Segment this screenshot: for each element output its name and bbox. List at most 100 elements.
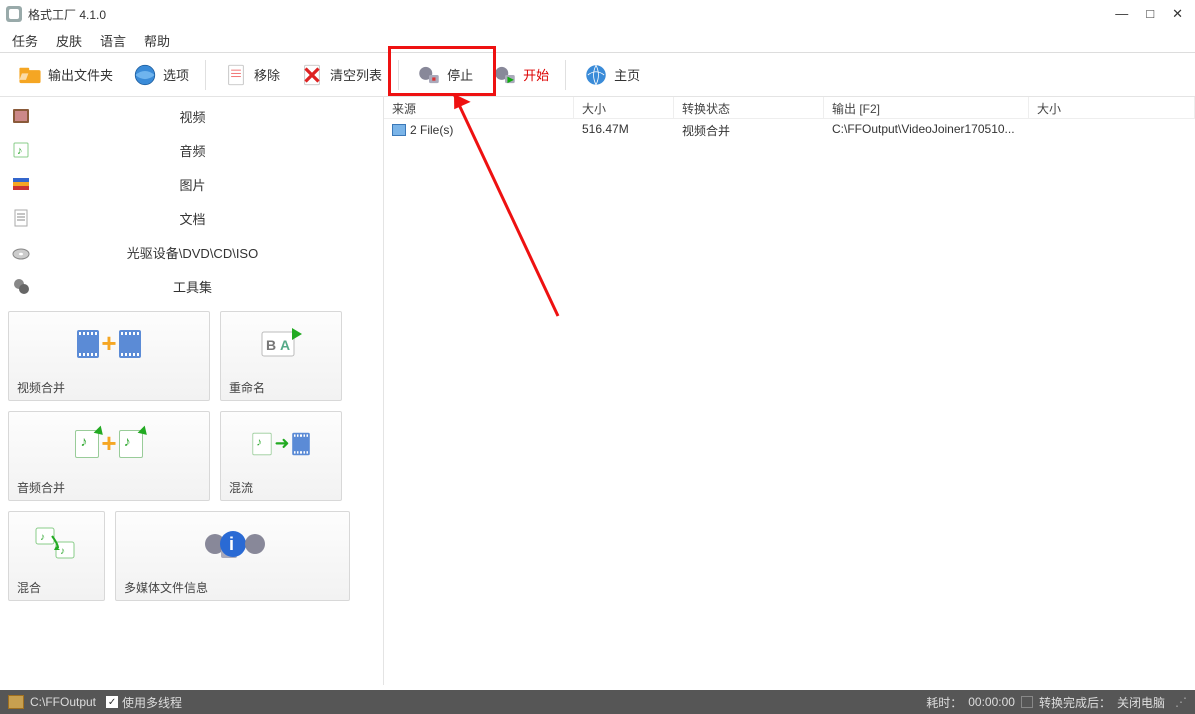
stop-button[interactable]: 停止 [409, 59, 479, 91]
tile-caption: 重命名 [221, 375, 341, 400]
task-list-panel: 来源 大小 转换状态 输出 [F2] 大小 2 File(s) 516.47M … [384, 97, 1195, 685]
tool-tiles: + 视频合并 BA 重命名 + 音频合并 ➜ 混流 ♪♪ 混合 i 多媒体文件信… [8, 311, 375, 601]
folder-icon [16, 61, 44, 89]
audio-icon: ♪ [10, 139, 32, 161]
category-document[interactable]: 文档 [8, 203, 375, 233]
row-output: C:\FFOutput\VideoJoiner170510... [824, 119, 1029, 141]
start-label: 开始 [523, 65, 549, 84]
row-icon [392, 124, 406, 136]
tile-rename[interactable]: BA 重命名 [220, 311, 342, 401]
window-controls: — □ ✕ [1115, 6, 1189, 22]
options-button[interactable]: 选项 [125, 59, 195, 91]
svg-text:♪: ♪ [40, 532, 45, 543]
titlebar: 格式工厂 4.1.0 — □ ✕ [0, 0, 1195, 28]
document-icon [222, 61, 250, 89]
tile-art: i [116, 512, 349, 575]
tile-caption: 混合 [9, 575, 104, 600]
stop-icon [415, 61, 443, 89]
app-icon [6, 6, 22, 22]
close-button[interactable]: ✕ [1172, 6, 1183, 22]
minimize-button[interactable]: — [1115, 6, 1128, 22]
tile-art: ♪♪ [9, 512, 104, 575]
globe-icon [131, 61, 159, 89]
stop-label: 停止 [447, 65, 473, 84]
menu-skin[interactable]: 皮肤 [56, 31, 82, 50]
col-output[interactable]: 输出 [F2] [824, 97, 1029, 118]
image-icon [10, 173, 32, 195]
maximize-button[interactable]: □ [1146, 6, 1154, 22]
tile-caption: 多媒体文件信息 [116, 575, 349, 600]
play-icon [491, 61, 519, 89]
elapsed-label: 耗时： [926, 694, 962, 711]
category-disc[interactable]: 光驱设备\DVD\CD\ISO [8, 237, 375, 267]
after-checkbox[interactable] [1021, 696, 1033, 708]
tile-video-join[interactable]: + 视频合并 [8, 311, 210, 401]
multithread-checkbox[interactable]: ✓ [106, 696, 118, 708]
start-button[interactable]: 开始 [485, 59, 555, 91]
svg-text:B: B [266, 337, 276, 353]
category-tools[interactable]: 工具集 [8, 271, 375, 301]
sidebar: 视频 ♪ 音频 图片 文档 光驱设备\DVD\CD\ISO 工具集 [0, 97, 384, 685]
svg-text:i: i [229, 534, 234, 554]
svg-text:♪: ♪ [17, 145, 23, 157]
tools-icon [10, 275, 32, 297]
statusbar: C:\FFOutput ✓ 使用多线程 耗时： 00:00:00 转换完成后： … [0, 690, 1195, 714]
tile-caption: 视频合并 [9, 375, 209, 400]
output-folder-button[interactable]: 输出文件夹 [10, 59, 119, 91]
status-path[interactable]: C:\FFOutput [30, 695, 96, 709]
row-size: 516.47M [574, 119, 674, 141]
menubar: 任务 皮肤 语言 帮助 [0, 28, 1195, 52]
clear-icon [298, 61, 326, 89]
after-label: 转换完成后： [1039, 694, 1111, 711]
col-state[interactable]: 转换状态 [674, 97, 824, 118]
row-size2 [1029, 119, 1195, 141]
category-label: 图片 [40, 175, 345, 194]
col-size2[interactable]: 大小 [1029, 97, 1195, 118]
tile-caption: 音频合并 [9, 475, 209, 500]
column-headers: 来源 大小 转换状态 输出 [F2] 大小 [384, 97, 1195, 119]
toolbar-separator [398, 60, 399, 90]
tile-mix[interactable]: ♪♪ 混合 [8, 511, 105, 601]
folder-icon [8, 695, 24, 709]
row-state: 视频合并 [674, 119, 824, 141]
document-icon [10, 207, 32, 229]
resize-grip[interactable]: ⋰ [1175, 695, 1187, 709]
tile-art: BA [221, 312, 341, 375]
clear-label: 清空列表 [330, 65, 382, 84]
menu-task[interactable]: 任务 [12, 31, 38, 50]
remove-button[interactable]: 移除 [216, 59, 286, 91]
elapsed-value: 00:00:00 [968, 695, 1015, 709]
output-folder-label: 输出文件夹 [48, 65, 113, 84]
category-list: 视频 ♪ 音频 图片 文档 光驱设备\DVD\CD\ISO 工具集 [8, 101, 375, 301]
category-label: 工具集 [40, 277, 345, 296]
multithread-label: 使用多线程 [122, 694, 182, 711]
toolbar-separator [565, 60, 566, 90]
category-label: 光驱设备\DVD\CD\ISO [40, 243, 345, 262]
row-source: 2 File(s) [410, 123, 453, 137]
menu-lang[interactable]: 语言 [100, 31, 126, 50]
tile-art: + [9, 312, 209, 375]
col-size[interactable]: 大小 [574, 97, 674, 118]
home-button[interactable]: 主页 [576, 59, 646, 91]
tile-media-info[interactable]: i 多媒体文件信息 [115, 511, 350, 601]
window-title: 格式工厂 4.1.0 [28, 6, 106, 23]
menu-help[interactable]: 帮助 [144, 31, 170, 50]
svg-text:♪: ♪ [60, 546, 65, 557]
tile-art: + [9, 412, 209, 475]
toolbar: 输出文件夹 选项 移除 清空列表 停止 开始 主页 [0, 53, 1195, 97]
tile-art: ➜ [221, 412, 341, 475]
video-icon [10, 105, 32, 127]
main-area: 视频 ♪ 音频 图片 文档 光驱设备\DVD\CD\ISO 工具集 [0, 97, 1195, 685]
tile-mux[interactable]: ➜ 混流 [220, 411, 342, 501]
tile-audio-join[interactable]: + 音频合并 [8, 411, 210, 501]
category-audio[interactable]: ♪ 音频 [8, 135, 375, 165]
tile-caption: 混流 [221, 475, 341, 500]
category-video[interactable]: 视频 [8, 101, 375, 131]
globe-home-icon [582, 61, 610, 89]
category-image[interactable]: 图片 [8, 169, 375, 199]
category-label: 文档 [40, 209, 345, 228]
col-source[interactable]: 来源 [384, 97, 574, 118]
clear-list-button[interactable]: 清空列表 [292, 59, 388, 91]
task-row[interactable]: 2 File(s) 516.47M 视频合并 C:\FFOutput\Video… [384, 119, 1195, 141]
svg-text:A: A [280, 337, 290, 353]
